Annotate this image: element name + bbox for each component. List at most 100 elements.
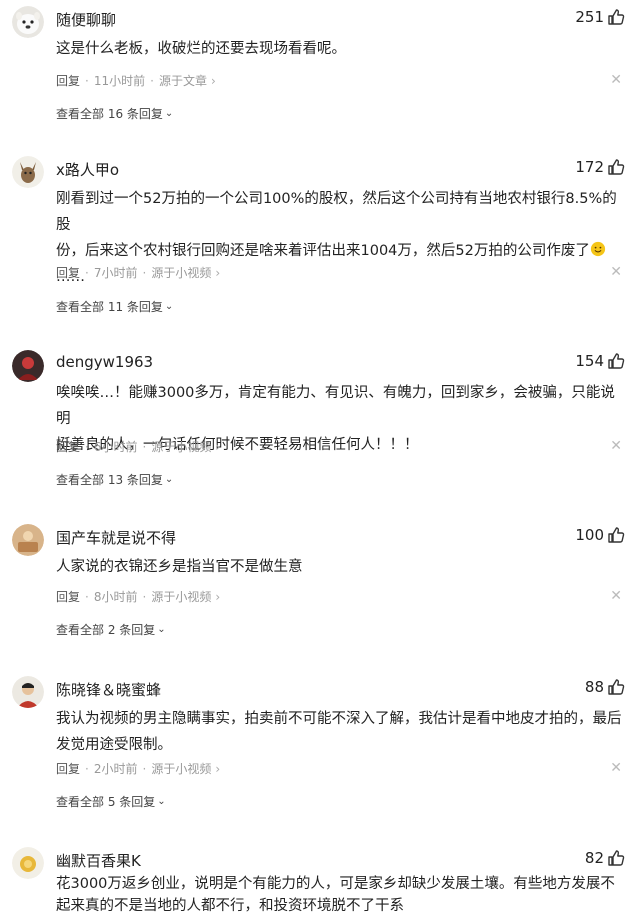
chevron-down-icon: ⌄ bbox=[157, 796, 166, 807]
comment-line: 起来真的不是当地的人都不行，和投资环境脱不了干系 bbox=[56, 898, 404, 914]
separator: · bbox=[142, 761, 147, 776]
separator: · bbox=[142, 589, 147, 604]
avatar[interactable] bbox=[12, 350, 44, 382]
chevron-right-icon: › bbox=[215, 761, 221, 776]
comment-text: 花3000万返乡创业，说明是个有能力的人，可是家乡却缺少发展土壤。有些地方发展不… bbox=[56, 873, 626, 917]
comment-line: 我认为视频的男主隐瞒事实，拍卖前不可能不深入了解，我估计是看中地皮才拍的，最后 bbox=[56, 711, 622, 727]
separator: · bbox=[142, 439, 147, 454]
avatar[interactable] bbox=[12, 676, 44, 708]
like-button[interactable]: 251 bbox=[575, 7, 626, 27]
chevron-down-icon: ⌄ bbox=[157, 624, 166, 635]
username[interactable]: 陈晓锋＆晓蜜蜂 bbox=[56, 679, 161, 700]
reply-button[interactable]: 回复 bbox=[56, 264, 80, 281]
source-link[interactable]: 源于小视频 bbox=[151, 264, 211, 281]
emoji-icon bbox=[590, 241, 605, 257]
like-button[interactable]: 88 bbox=[585, 677, 626, 697]
chevron-down-icon: ⌄ bbox=[164, 301, 174, 312]
like-button[interactable]: 172 bbox=[575, 157, 626, 177]
source-link[interactable]: 源于文章 bbox=[159, 72, 207, 89]
comment-feed: 随便聊聊 251 这是什么老板，收破烂的还要去现场看看呢。 回复 · 11小时前… bbox=[0, 0, 640, 919]
view-all-replies-button[interactable]: 查看全部 11 条回复 ⌄ bbox=[56, 298, 173, 315]
thumbs-up-icon bbox=[608, 9, 625, 25]
separator: · bbox=[142, 265, 147, 280]
like-count: 88 bbox=[584, 678, 604, 696]
comment-text: 我认为视频的男主隐瞒事实，拍卖前不可能不深入了解，我估计是看中地皮才拍的，最后 … bbox=[56, 706, 626, 758]
separator: · bbox=[85, 73, 89, 88]
comment-line: 花3000万返乡创业，说明是个有能力的人，可是家乡却缺少发展土壤。有些地方发展不 bbox=[56, 876, 615, 892]
timestamp: 8小时前 bbox=[93, 590, 138, 604]
comment-line: 份，后来这个农村银行回购还是啥来着评估出来1004万，然后52万拍的公司作废了 bbox=[56, 238, 626, 264]
like-count: 172 bbox=[575, 158, 604, 176]
thumbs-up-icon bbox=[608, 850, 625, 866]
view-all-replies-button[interactable]: 查看全部 5 条回复 ⌄ bbox=[56, 793, 166, 810]
view-all-label: 查看全部 13 条回复 bbox=[56, 473, 163, 487]
timestamp: 7小时前 bbox=[93, 266, 138, 280]
separator: · bbox=[85, 439, 89, 454]
username[interactable]: x路人甲o bbox=[56, 159, 119, 180]
avatar[interactable] bbox=[12, 156, 44, 188]
source-link[interactable]: 源于小视频 bbox=[151, 438, 211, 455]
separator: · bbox=[85, 589, 89, 604]
reply-button[interactable]: 回复 bbox=[56, 760, 80, 777]
source-link[interactable]: 源于小视频 bbox=[151, 588, 211, 605]
like-count: 82 bbox=[584, 849, 604, 867]
comment-meta: 回复 · 8小时前 · 源于小视频 › bbox=[56, 588, 220, 605]
comment-meta: 回复 · 2小时前 · 源于小视频 › bbox=[56, 760, 220, 777]
view-all-replies-button[interactable]: 查看全部 16 条回复 ⌄ bbox=[56, 105, 173, 122]
close-icon[interactable]: ✕ bbox=[610, 589, 622, 603]
reply-button[interactable]: 回复 bbox=[56, 72, 80, 89]
username[interactable]: 随便聊聊 bbox=[56, 9, 116, 30]
like-button[interactable]: 154 bbox=[575, 351, 626, 371]
chevron-right-icon: › bbox=[215, 439, 221, 454]
view-all-label: 查看全部 5 条回复 bbox=[56, 795, 156, 809]
like-button[interactable]: 100 bbox=[575, 525, 626, 545]
close-icon[interactable]: ✕ bbox=[610, 73, 622, 87]
chevron-right-icon: › bbox=[210, 73, 216, 88]
close-icon[interactable]: ✕ bbox=[610, 761, 622, 775]
view-all-label: 查看全部 16 条回复 bbox=[56, 107, 163, 121]
comment-meta: 回复 · 6小时前 · 源于小视频 › bbox=[56, 438, 220, 455]
comment-line: 刚看到过一个52万拍的一个公司100%的股权，然后这个公司持有当地农村银行8.5… bbox=[56, 191, 617, 233]
separator: · bbox=[85, 265, 89, 280]
close-icon[interactable]: ✕ bbox=[610, 439, 622, 453]
like-count: 251 bbox=[575, 8, 604, 26]
like-count: 154 bbox=[575, 352, 604, 370]
thumbs-up-icon bbox=[608, 679, 625, 695]
timestamp: 11小时前 bbox=[93, 74, 146, 88]
like-button[interactable]: 82 bbox=[585, 848, 626, 868]
view-all-label: 查看全部 2 条回复 bbox=[56, 623, 156, 637]
like-count: 100 bbox=[575, 526, 604, 544]
avatar[interactable] bbox=[12, 847, 44, 879]
chevron-down-icon: ⌄ bbox=[164, 108, 174, 119]
timestamp: 6小时前 bbox=[93, 440, 138, 454]
comment-text: 这是什么老板，收破烂的还要去现场看看呢。 bbox=[56, 36, 626, 62]
view-all-replies-button[interactable]: 查看全部 13 条回复 ⌄ bbox=[56, 471, 173, 488]
username[interactable]: 幽默百香果K bbox=[56, 850, 141, 871]
source-link[interactable]: 源于小视频 bbox=[151, 760, 211, 777]
close-icon[interactable]: ✕ bbox=[610, 265, 622, 279]
comment-line: 这是什么老板，收破烂的还要去现场看看呢。 bbox=[56, 41, 346, 57]
thumbs-up-icon bbox=[608, 527, 625, 543]
view-all-label: 查看全部 11 条回复 bbox=[56, 300, 163, 314]
reply-button[interactable]: 回复 bbox=[56, 588, 80, 605]
comment-line: 发觉用途受限制。 bbox=[56, 737, 172, 753]
thumbs-up-icon bbox=[608, 353, 625, 369]
comment-meta: 回复 · 11小时前 · 源于文章 › bbox=[56, 72, 216, 89]
comment-line: 唉唉唉…！能赚3000多万，肯定有能力、有见识、有魄力，回到家乡，会被骗，只能说… bbox=[56, 385, 615, 427]
thumbs-up-icon bbox=[608, 159, 625, 175]
username[interactable]: 国产车就是说不得 bbox=[56, 527, 176, 548]
username[interactable]: dengyw1963 bbox=[56, 353, 153, 371]
reply-button[interactable]: 回复 bbox=[56, 438, 80, 455]
timestamp: 2小时前 bbox=[93, 762, 138, 776]
comment-text: 人家说的衣锦还乡是指当官不是做生意 bbox=[56, 554, 626, 580]
chevron-right-icon: › bbox=[215, 589, 221, 604]
separator: · bbox=[85, 761, 89, 776]
chevron-down-icon: ⌄ bbox=[164, 474, 174, 485]
comment-meta: 回复 · 7小时前 · 源于小视频 › bbox=[56, 264, 220, 281]
avatar[interactable] bbox=[12, 524, 44, 556]
separator: · bbox=[150, 73, 154, 88]
chevron-right-icon: › bbox=[215, 265, 221, 280]
avatar[interactable] bbox=[12, 6, 44, 38]
view-all-replies-button[interactable]: 查看全部 2 条回复 ⌄ bbox=[56, 621, 166, 638]
comment-line: 人家说的衣锦还乡是指当官不是做生意 bbox=[56, 559, 303, 575]
